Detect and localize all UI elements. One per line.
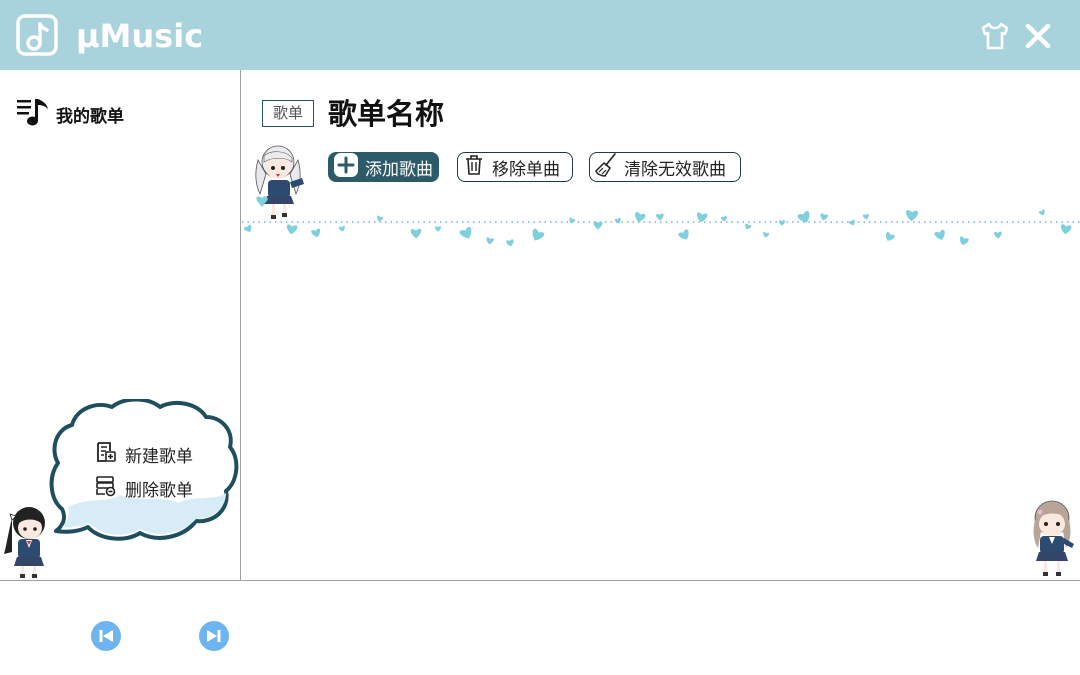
heart-decoration — [434, 226, 442, 232]
heart-decoration — [745, 223, 752, 230]
mascot-girl-brown-hair — [1024, 498, 1080, 584]
heart-decoration — [934, 229, 945, 240]
heart-decoration — [569, 217, 576, 224]
close-icon[interactable] — [1023, 21, 1053, 51]
heart-decoration — [1060, 224, 1072, 235]
clear-invalid-button[interactable]: 清除无效歌曲 — [589, 152, 741, 182]
remove-song-label: 移除单曲 — [492, 159, 560, 180]
playlist-menu-cloud — [48, 397, 240, 545]
new-playlist-menu-item[interactable]: 新建歌单 — [95, 441, 193, 467]
heart-decoration — [486, 237, 494, 245]
heart-decoration — [410, 228, 422, 239]
heart-decoration — [614, 217, 621, 224]
delete-playlist-icon — [95, 475, 117, 501]
heart-decoration — [1038, 209, 1045, 216]
new-playlist-label: 新建歌单 — [125, 446, 193, 467]
heart-decoration — [338, 225, 345, 232]
app-window: μMusic 我的歌单 新建歌单 删除歌单 歌单 歌单名称 添加歌曲 移除单曲 … — [0, 0, 1080, 675]
delete-playlist-label: 删除歌单 — [125, 480, 193, 501]
heart-decoration — [678, 229, 689, 240]
plus-icon — [333, 152, 359, 183]
heart-decoration — [820, 213, 828, 221]
delete-playlist-menu-item[interactable]: 删除歌单 — [95, 475, 193, 501]
main-panel: 歌单 歌单名称 添加歌曲 移除单曲 清除无效歌曲 — [242, 70, 1080, 580]
heart-decoration — [532, 228, 545, 241]
broom-icon — [594, 152, 618, 183]
music-note-icon — [16, 14, 58, 56]
skip-next-icon[interactable] — [199, 621, 229, 651]
sidebar-item-my-playlists[interactable]: 我的歌单 — [16, 98, 124, 130]
add-songs-button[interactable]: 添加歌曲 — [328, 152, 439, 182]
heart-decoration — [506, 239, 514, 247]
app-name: μMusic — [76, 17, 204, 55]
heart-decoration — [862, 213, 869, 220]
heart-decoration — [848, 219, 855, 226]
add-songs-label: 添加歌曲 — [365, 159, 433, 180]
sidebar: 我的歌单 新建歌单 删除歌单 — [0, 70, 241, 580]
heart-decoration — [778, 220, 785, 226]
title-bar: μMusic — [0, 0, 1080, 70]
heart-decoration — [720, 215, 727, 222]
heart-decoration — [886, 232, 895, 241]
heart-decoration — [994, 231, 1002, 239]
heart-decoration — [906, 210, 919, 222]
heart-decoration — [377, 215, 384, 222]
mascot-girl-dark-hair — [2, 504, 54, 584]
heart-decoration — [244, 224, 252, 232]
heart-decoration — [286, 224, 298, 235]
clear-invalid-label: 清除无效歌曲 — [624, 159, 726, 180]
heart-decoration — [311, 228, 321, 238]
skip-previous-icon[interactable] — [91, 621, 121, 651]
new-playlist-icon — [95, 441, 117, 467]
sidebar-item-label: 我的歌单 — [56, 106, 124, 127]
playlist-icon — [16, 97, 50, 131]
remove-song-button[interactable]: 移除单曲 — [457, 152, 573, 182]
heart-decoration — [696, 212, 708, 223]
heart-decoration — [459, 226, 472, 239]
heart-decoration — [656, 213, 664, 221]
player-bar — [0, 580, 1080, 675]
playlist-tag: 歌单 — [262, 100, 314, 127]
tshirt-icon[interactable] — [979, 20, 1011, 52]
heart-decoration — [593, 221, 603, 230]
heart-garland-decoration — [242, 204, 1080, 254]
playlist-title: 歌单名称 — [328, 97, 445, 131]
heart-decoration — [959, 236, 969, 246]
heart-decoration — [763, 231, 770, 238]
trash-icon — [462, 153, 486, 182]
heart-decoration — [797, 210, 810, 223]
